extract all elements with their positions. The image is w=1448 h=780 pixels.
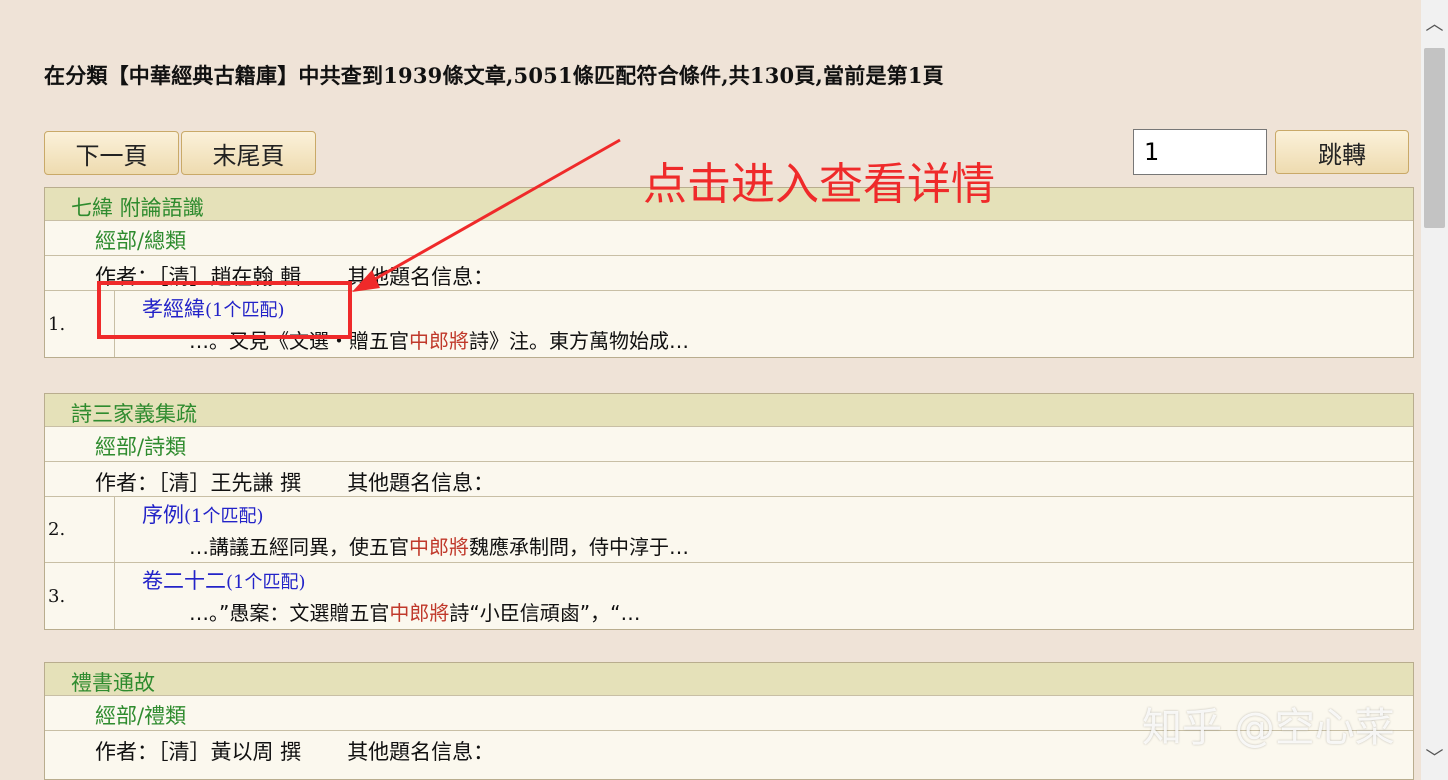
match-number: 2. (45, 497, 115, 562)
match-name[interactable]: 卷二十二 (142, 569, 226, 593)
book-title[interactable]: 詩三家義集疏 (45, 394, 1413, 427)
match-snippet: …講議五經同異，使五官中郎將魏應承制問，侍中淳于… (142, 531, 689, 560)
match-count[interactable]: (1个匹配) (226, 572, 306, 593)
annotation-highlight-box (97, 281, 352, 339)
author-name: ［清］王先謙 撰 (158, 471, 302, 495)
scroll-up-icon[interactable]: ︿ (1421, 10, 1448, 36)
vertical-scrollbar[interactable]: ︿ ﹀ (1421, 0, 1448, 780)
last-page-button[interactable]: 末尾頁 (181, 131, 316, 175)
book-title[interactable]: 禮書通故 (45, 663, 1413, 696)
snippet-highlight: 中郎將 (389, 601, 450, 625)
match-row: 2. 序例(1个匹配) …講議五經同異，使五官中郎將魏應承制問，侍中淳于… (45, 497, 1413, 563)
snippet-highlight: 中郎將 (409, 535, 469, 559)
other-title-label: 其他題名信息： (347, 740, 495, 764)
match-count[interactable]: (1个匹配) (184, 506, 264, 527)
book-category[interactable]: 經部/總類 (45, 221, 1413, 256)
snippet-post: 魏應承制問，侍中淳于… (469, 535, 689, 559)
book-category[interactable]: 經部/詩類 (45, 427, 1413, 462)
annotation-text: 点击进入查看详情 (643, 159, 995, 210)
author-name: ［清］黃以周 撰 (158, 740, 302, 764)
author-label: 作者： (95, 471, 158, 495)
author-row: 作者：［清］王先謙 撰 其他題名信息： (45, 462, 1413, 497)
author-label: 作者： (95, 740, 158, 764)
snippet-post: 詩“小臣信頑鹵”，“… (449, 601, 641, 625)
snippet-post: 詩》注。東方萬物始成… (469, 329, 689, 353)
snippet-highlight: 中郎將 (409, 329, 469, 353)
snippet-pre: …講議五經同異，使五官 (189, 535, 409, 559)
result-block: 詩三家義集疏 經部/詩類 作者：［清］王先謙 撰其他題名信息： 2. 序例(1个… (44, 393, 1414, 630)
page-number-input[interactable] (1133, 129, 1267, 175)
scroll-thumb[interactable] (1424, 48, 1445, 228)
other-title-label: 其他題名信息： (347, 265, 495, 289)
watermark: 知乎 @空心菜 (1142, 705, 1395, 751)
jump-button[interactable]: 跳轉 (1275, 130, 1409, 174)
search-summary: 在分類【中華經典古籍庫】中共查到1939條文章,5051條匹配符合條件,共130… (44, 63, 944, 88)
match-row: 3. 卷二十二(1个匹配) …。”愚案：文選贈五官中郎將詩“小臣信頑鹵”，“… (45, 563, 1413, 629)
other-title-label: 其他題名信息： (347, 471, 495, 495)
match-name[interactable]: 序例 (142, 503, 184, 527)
match-link[interactable]: 卷二十二(1个匹配) (142, 565, 640, 595)
match-snippet: …。”愚案：文選贈五官中郎將詩“小臣信頑鹵”，“… (142, 597, 640, 626)
snippet-pre: …。”愚案：文選贈五官 (189, 601, 390, 625)
match-link[interactable]: 序例(1个匹配) (142, 499, 689, 529)
match-number: 3. (45, 563, 115, 629)
scroll-down-icon[interactable]: ﹀ (1421, 744, 1448, 770)
next-page-button[interactable]: 下一頁 (44, 131, 179, 175)
